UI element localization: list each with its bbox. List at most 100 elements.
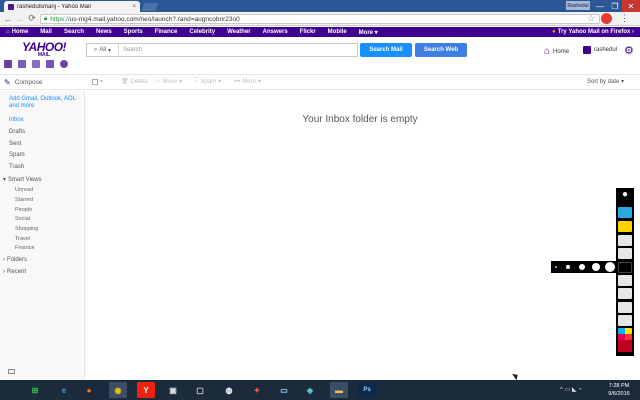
browser-tab[interactable]: rashedulsmarij - Yahoo Mail × [4,1,140,12]
smart-view-unread[interactable]: Unread [15,187,33,193]
ynav-sports[interactable]: Sports [118,29,149,35]
search-mail-button[interactable]: Search Mail [360,43,412,57]
contacts-icon[interactable] [18,60,26,68]
recent-section[interactable]: › Recent [3,269,26,275]
add-accounts-link[interactable]: Add Gmail, Outlook, AOL and more [9,96,79,110]
smart-view-travel[interactable]: Travel [15,236,30,242]
reload-icon[interactable]: ⟳ [27,13,37,24]
yahoo-logo[interactable]: YAHOO! [14,41,74,53]
back-arrow-icon[interactable]: ← [3,13,13,24]
maximize-button[interactable]: ❐ [607,0,623,12]
smart-view-starred[interactable]: Starred [15,197,33,203]
brush-size-1[interactable] [555,266,557,268]
clock-date: 9/6/2016 [608,391,630,397]
new-tab-button[interactable] [141,3,159,11]
pointer-icon[interactable] [618,221,632,232]
ynav-more[interactable]: More ▾ [353,29,384,36]
color-swatch-dark-red[interactable] [618,340,632,352]
photoshop-icon[interactable]: Ps [358,382,376,398]
folders-section[interactable]: › Folders [3,257,27,263]
folder-inbox[interactable]: Inbox [9,117,24,123]
select-all-checkbox[interactable]: ▾ [92,78,103,85]
search-web-button[interactable]: Search Web [415,43,467,57]
brush-size-4[interactable] [592,263,600,271]
try-firefox-link[interactable]: ● Try Yahoo Mail on Firefox › [552,27,634,37]
mail-icon[interactable] [4,60,12,68]
taskbar-clock[interactable]: 7:28 PM 9/6/2016 [600,382,638,398]
menu-icon[interactable]: ⋮ [620,13,629,24]
ynav-celebrity[interactable]: Celebrity [183,29,221,35]
collapse-sidebar-icon[interactable] [8,369,15,374]
system-tray-icons[interactable]: ^ ▭ ◣ ◔ [560,386,582,393]
search-input[interactable]: ⌕ All ▾ Search [86,43,358,57]
firefox-icon[interactable]: ● [80,382,98,398]
more-button[interactable]: ••• More ▾ [234,78,261,86]
ynav-search[interactable]: Search [58,29,90,35]
trash-icon[interactable] [618,288,632,299]
undo-icon[interactable] [618,275,632,286]
internet-explorer-icon[interactable]: e [55,382,73,398]
yandex-icon[interactable]: Y [137,382,155,398]
store-icon[interactable]: ▣ [164,382,182,398]
ynav-mobile[interactable]: Mobile [322,29,353,35]
folder-spam[interactable]: Spam [9,152,25,158]
ynav-weather[interactable]: Weather [221,29,257,35]
windows-start-icon[interactable]: ⊞ [26,382,44,398]
compose-button[interactable]: ✎ Compose [4,78,43,87]
bulb-icon[interactable]: ◍ [220,382,238,398]
ynav-news[interactable]: News [90,29,118,35]
messenger-icon[interactable] [60,60,68,68]
eye-icon[interactable] [618,207,632,218]
folder-drafts[interactable]: Drafts [9,129,25,135]
brush-size-icon[interactable] [618,262,632,273]
address-bar[interactable]: 🔒︎ https://us-mg4.mail.yahoo.com/neo/lau… [40,14,600,24]
smart-view-people[interactable]: People [15,207,32,213]
eraser-icon[interactable] [618,248,632,259]
star-icon[interactable]: ☆ [587,13,595,24]
minimize-button[interactable]: — [592,0,608,12]
close-window-button[interactable]: ✕ [622,0,640,12]
ynav-answers[interactable]: Answers [257,29,294,35]
move-button[interactable]: ▭ Move ▾ [155,78,182,86]
chrome-icon[interactable]: ◉ [109,382,127,398]
files-icon[interactable]: ◆ [301,382,319,398]
folder-icon[interactable]: ▬ [330,382,348,398]
profile-button[interactable]: Rashedul [566,1,590,10]
ynav-mail[interactable]: Mail [34,29,58,35]
brush-size-3[interactable] [579,264,585,270]
ynav-home[interactable]: ⌂ Home [0,29,34,35]
tab-title: rashedulsmarij - Yahoo Mail [17,3,91,10]
sort-dropdown[interactable]: Sort by date ▾ [587,78,624,85]
lock-icon: 🔒︎ [44,15,48,22]
ynav-flickr[interactable]: Flickr [294,29,322,35]
notepad-icon[interactable] [46,60,54,68]
spam-button[interactable]: ⛉ Spam ▾ [194,78,221,85]
brush-size-2[interactable] [566,265,570,269]
lightbulb-icon[interactable]: ● [618,189,632,200]
user-link[interactable]: rashedul [583,46,617,54]
chevron-right-icon: › [3,269,5,275]
smart-view-finance[interactable]: Finance [15,245,35,251]
delete-button[interactable]: 🗑︎ Delete [121,78,148,86]
brush-size-5[interactable] [605,262,615,272]
smart-view-shopping[interactable]: Shopping [15,226,38,232]
home-link[interactable]: ⌂ Home [544,46,569,57]
window-icon[interactable]: ▢ [191,382,209,398]
camera-icon[interactable] [618,302,632,313]
search-scope-select[interactable]: ⌕ All ▾ [87,44,119,56]
terminal-icon[interactable]: ▭ [275,382,293,398]
folder-sent[interactable]: Sent [9,141,21,147]
chevron-down-icon: ▾ [108,47,112,54]
smart-views-section[interactable]: ▾ Smart Views [3,176,42,184]
extension-icon[interactable] [601,13,612,24]
clipboard-icon[interactable] [618,315,632,326]
ynav-finance[interactable]: Finance [149,29,184,35]
gear-icon[interactable]: ⚙ [624,44,634,57]
app-icon[interactable]: ✦ [248,382,266,398]
folder-trash[interactable]: Trash [9,164,24,170]
calendar-icon[interactable] [32,60,40,68]
tab-close-icon[interactable]: × [132,4,136,10]
pen-icon[interactable] [618,235,632,246]
forward-arrow-icon[interactable]: → [15,13,25,24]
smart-view-social[interactable]: Social [15,216,30,222]
